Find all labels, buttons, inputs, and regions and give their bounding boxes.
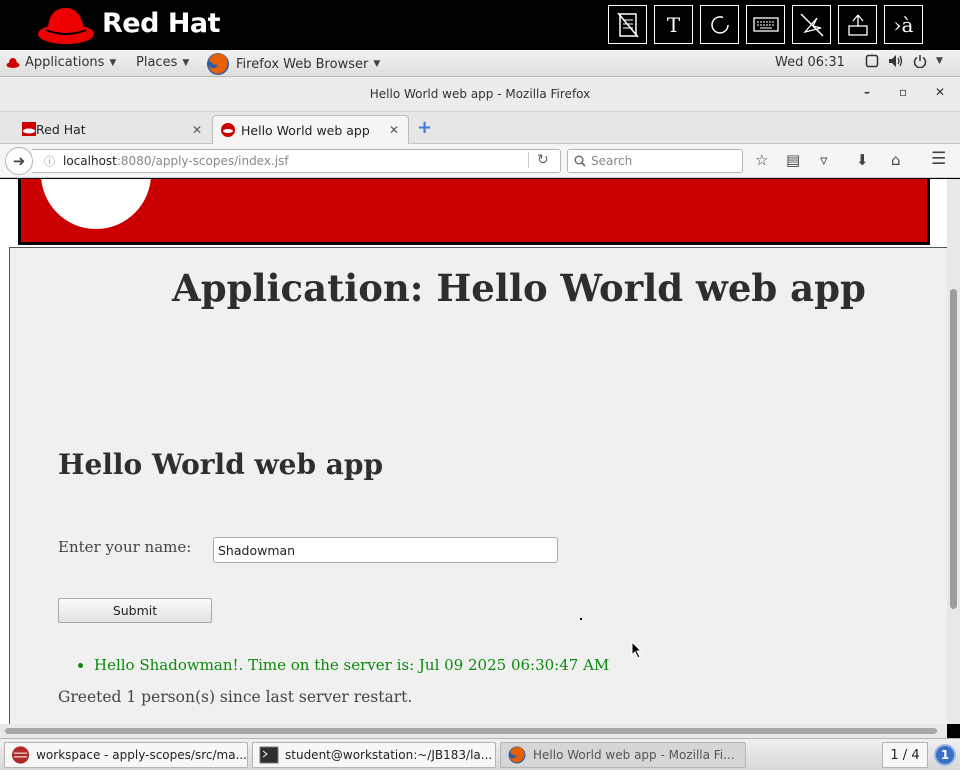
window-icon — [865, 54, 879, 68]
applications-label: Applications — [25, 55, 105, 70]
notification-badge[interactable]: 1 — [934, 744, 956, 766]
redhat-header-image — [18, 179, 930, 245]
back-button[interactable]: ➜ — [5, 147, 33, 175]
task-label: workspace - apply-scopes/src/ma... — [36, 748, 247, 762]
chevron-down-icon: ▼ — [936, 56, 943, 66]
close-tab-icon[interactable]: ✕ — [192, 123, 202, 137]
home-icon[interactable]: ⌂ — [891, 151, 901, 169]
download-icon[interactable]: ⬇ — [856, 151, 869, 169]
close-tab-icon[interactable]: ✕ — [389, 123, 399, 137]
redhat-header-logo-icon — [41, 179, 151, 229]
search-input[interactable]: Search — [567, 149, 743, 173]
close-icon[interactable]: ✕ — [935, 85, 945, 99]
power-icon — [913, 55, 927, 68]
page-viewport: Application: Hello World web app Hello W… — [0, 179, 947, 724]
tab-red-hat[interactable]: Red Hat ✕ — [14, 115, 210, 144]
task-label: student@workstation:~/JB183/la... — [285, 748, 493, 762]
chevron-down-icon: ▼ — [109, 57, 117, 68]
mouse-cursor-icon — [631, 641, 643, 659]
redhat-menu-icon — [6, 57, 20, 68]
greeting-message: Hello Shadowman!. Time on the server is:… — [94, 656, 609, 674]
minimize-icon[interactable]: – — [864, 85, 870, 99]
stray-dot — [580, 618, 582, 620]
document-tool-icon[interactable] — [608, 5, 647, 44]
places-label: Places — [136, 55, 178, 70]
hamburger-menu-icon[interactable]: ☰ — [931, 149, 946, 169]
applications-menu[interactable]: Applications ▼ — [6, 55, 116, 70]
pointer-off-tool-icon[interactable] — [792, 5, 831, 44]
pocket-icon[interactable]: ▿ — [820, 151, 828, 169]
navigation-toolbar: ⓘ localhost:8080/apply-scopes/index.jsf … — [0, 144, 960, 178]
url-host: localhost — [63, 154, 117, 168]
upload-tool-icon[interactable] — [838, 5, 877, 44]
redhat-favicon-icon — [221, 123, 235, 137]
places-menu[interactable]: Places ▼ — [136, 55, 189, 70]
chevron-down-icon: ▼ — [373, 59, 381, 69]
firefox-icon — [508, 746, 526, 764]
text-tool-button[interactable]: T — [654, 5, 693, 44]
task-label: Hello World web app - Mozilla Fi... — [533, 748, 735, 762]
greeting-list: Hello Shadowman!. Time on the server is:… — [80, 656, 609, 674]
new-tab-icon[interactable]: + — [417, 117, 432, 138]
tab-hello-world[interactable]: Hello World web app ✕ — [212, 115, 409, 144]
url-bar[interactable]: ⓘ localhost:8080/apply-scopes/index.jsf … — [32, 149, 561, 173]
name-label: Enter your name: — [58, 538, 192, 556]
info-icon[interactable]: ⓘ — [44, 153, 55, 169]
greet-count-text: Greeted 1 person(s) since last server re… — [58, 688, 413, 706]
vertical-scrollbar[interactable] — [947, 179, 960, 724]
back-arrow-icon: ➜ — [12, 152, 26, 170]
active-app-menu[interactable]: Firefox Web Browser ▼ — [205, 51, 380, 77]
redhat-fedora-logo — [38, 8, 94, 44]
gnome-top-panel: Applications ▼ Places ▼ Firefox Web Brow… — [0, 50, 960, 77]
firefox-icon — [207, 53, 229, 75]
redhat-logo-text: Red Hat — [102, 8, 221, 39]
search-icon — [574, 155, 586, 167]
reload-icon[interactable]: ↻ — [528, 152, 549, 168]
maximize-icon[interactable]: ▫ — [899, 85, 907, 99]
active-app-label: Firefox Web Browser — [236, 56, 369, 72]
system-status-area[interactable]: ▼ — [865, 54, 943, 68]
submit-button[interactable]: Submit — [58, 598, 212, 623]
task-terminal[interactable]: student@workstation:~/JB183/la... — [252, 742, 496, 768]
search-placeholder: Search — [591, 154, 633, 168]
tab-label: Hello World web app — [241, 122, 370, 138]
terminal-icon — [259, 746, 279, 764]
keyboard-tool-icon[interactable] — [746, 5, 785, 44]
chevron-down-icon: ▼ — [182, 57, 190, 68]
volume-icon — [889, 55, 903, 67]
horizontal-scrollbar[interactable] — [0, 724, 947, 738]
window-titlebar[interactable]: Hello World web app - Mozilla Firefox – … — [0, 77, 960, 112]
redhat-banner: Red Hat T ›à — [0, 0, 960, 50]
tab-strip: Red Hat ✕ Hello World web app ✕ + — [0, 112, 960, 144]
workspace-indicator[interactable]: 1 / 4 — [882, 742, 928, 768]
redhat-favicon-icon — [22, 122, 36, 136]
clock[interactable]: Wed 06:31 — [775, 55, 845, 70]
page-title: Hello World web app — [58, 448, 384, 481]
bottom-taskbar: workspace - apply-scopes/src/ma... stude… — [0, 738, 960, 770]
bookmarks-list-icon[interactable]: ▤ — [786, 151, 800, 169]
name-field[interactable] — [213, 537, 558, 563]
tab-label: Red Hat — [36, 122, 86, 137]
task-firefox[interactable]: Hello World web app - Mozilla Fi... — [500, 742, 746, 768]
bookmark-star-icon[interactable]: ☆ — [755, 151, 768, 169]
eclipse-icon — [11, 746, 30, 764]
app-body: Application: Hello World web app Hello W… — [9, 247, 947, 724]
task-workspace[interactable]: workspace - apply-scopes/src/ma... — [4, 742, 248, 768]
url-path: :8080/apply-scopes/index.jsf — [116, 154, 289, 168]
horizontal-scrollbar-thumb[interactable] — [5, 728, 937, 734]
app-heading: Application: Hello World web app — [172, 266, 866, 310]
vertical-scrollbar-thumb[interactable] — [950, 289, 957, 609]
refresh-tool-icon[interactable] — [700, 5, 739, 44]
input-method-tool-button[interactable]: ›à — [884, 5, 923, 44]
window-title: Hello World web app - Mozilla Firefox — [369, 87, 591, 101]
